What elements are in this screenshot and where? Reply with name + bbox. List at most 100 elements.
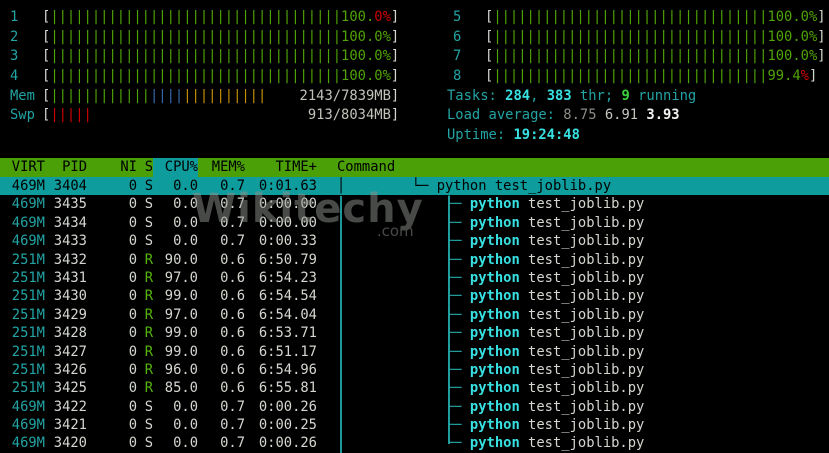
text-segment: test_joblib.py	[520, 252, 645, 268]
text-segment: test_joblib.py	[520, 270, 645, 286]
column-header-pid[interactable]: PID	[45, 158, 87, 177]
bracket-close: ]	[817, 48, 825, 64]
process-row[interactable]: 251M34280R99.00.66:53.71 ├─ python test_…	[0, 324, 829, 342]
text-segment	[337, 435, 445, 451]
cell-time: 6:54.96	[259, 362, 317, 378]
cell-pid: 3431	[54, 270, 87, 286]
text-segment: python	[470, 380, 520, 396]
cell-s: R	[145, 252, 153, 268]
cell-ni: 0	[129, 380, 137, 396]
process-row[interactable]: 251M34300R99.00.66:54.54 ├─ python test_…	[0, 287, 829, 305]
text-segment: python	[470, 399, 520, 415]
text-segment	[337, 233, 445, 249]
column-header-s[interactable]: S	[137, 158, 153, 177]
text-segment	[337, 380, 445, 396]
cell-mem: 0.6	[220, 325, 245, 341]
cell-virt: 469M	[12, 196, 45, 212]
column-header-cpu[interactable]: CPU%	[153, 158, 198, 177]
process-row[interactable]: 469M34340S0.00.70:00.00 ├─ python test_j…	[0, 214, 829, 232]
cell-ni: 0	[129, 399, 137, 415]
text-segment: ||||	[150, 88, 183, 104]
text-segment: python	[470, 362, 520, 378]
text-segment: test_joblib.py	[520, 344, 645, 360]
process-table: VIRTPIDNISCPU%MEM%TIME+Command 469M34040…	[0, 158, 829, 453]
cell-pid: 3425	[54, 380, 87, 396]
process-row[interactable]: 251M34310R97.00.66:54.23 ├─ python test_…	[0, 269, 829, 287]
cell-s: S	[145, 196, 153, 212]
process-row[interactable]: 251M34320R90.00.66:50.79 ├─ python test_…	[0, 251, 829, 269]
text-segment: |||||||||||||||||||||||||||||||||	[493, 68, 767, 84]
cell-time: 6:51.17	[259, 344, 317, 360]
process-row-selected[interactable]: 469M34040S0.00.70:01.63│ └─ python test_…	[0, 177, 829, 195]
cell-pid: 3427	[54, 344, 87, 360]
cell-cpu: 0.0	[173, 399, 198, 415]
cell-s: R	[145, 325, 153, 341]
process-row[interactable]: 251M34250R85.00.66:55.81 ├─ python test_…	[0, 379, 829, 397]
text-segment: ||||||||||||	[50, 88, 150, 104]
cell-time: 0:00.33	[259, 233, 317, 249]
column-header-time[interactable]: TIME+	[245, 158, 317, 177]
text-segment: python	[470, 288, 520, 304]
column-header-ni[interactable]: NI	[87, 158, 137, 177]
cpu-meter-2-label: 2	[10, 28, 42, 48]
cell-pid: 3421	[54, 417, 87, 433]
text-segment: Load average:	[447, 107, 563, 123]
cell-time: 0:00.26	[259, 435, 317, 451]
column-header-cmd[interactable]: Command	[317, 158, 829, 177]
cell-virt: 469M	[12, 417, 45, 433]
bracket-close: ]	[391, 107, 399, 123]
cell-command: ├─ python test_joblib.py	[317, 269, 829, 287]
text-segment: ├─	[445, 196, 470, 212]
process-row[interactable]: 469M34220S0.00.70:00.26 ├─ python test_j…	[0, 398, 829, 416]
cell-mem: 0.7	[220, 178, 245, 194]
cell-mem: 0.6	[220, 270, 245, 286]
cell-virt: 469M	[12, 233, 45, 249]
bracket-close: ]	[391, 29, 399, 45]
text-segment: test_joblib.py	[520, 435, 645, 451]
cell-cpu: 85.0	[165, 380, 198, 396]
process-row[interactable]: 251M34290R97.00.66:54.04 ├─ python test_…	[0, 306, 829, 324]
cell-ni: 0	[129, 178, 137, 194]
process-row[interactable]: 251M34260R96.00.66:54.96 ├─ python test_…	[0, 361, 829, 379]
cell-cpu: 99.0	[165, 344, 198, 360]
text-segment: 0%	[374, 9, 391, 25]
text-segment: 2143/7839MB	[300, 88, 391, 104]
text-segment: ├─	[445, 233, 470, 249]
text-segment: |||||	[50, 107, 92, 123]
cell-command: └─ python test_joblib.py	[317, 434, 829, 452]
text-segment: ├─	[445, 252, 470, 268]
column-header-mem[interactable]: MEM%	[198, 158, 245, 177]
text-segment: └─	[445, 435, 470, 451]
text-segment	[337, 288, 445, 304]
text-segment: Tasks:	[447, 88, 505, 104]
text-segment: └─	[412, 178, 437, 194]
cell-command: ├─ python test_joblib.py	[317, 251, 829, 269]
process-row[interactable]: 469M34210S0.00.70:00.25 ├─ python test_j…	[0, 416, 829, 434]
process-row[interactable]: 251M34270R99.00.66:51.17 ├─ python test_…	[0, 343, 829, 361]
cell-virt: 469M	[12, 178, 45, 194]
cell-command: ├─ python test_joblib.py	[317, 287, 829, 305]
cell-ni: 0	[129, 435, 137, 451]
text-segment: ├─	[445, 325, 470, 341]
cell-virt: 251M	[12, 344, 45, 360]
cpu-meter-2: 2[|||||||||||||||||||||||||||||||||||100…	[10, 28, 399, 48]
cell-cpu: 0.0	[173, 435, 198, 451]
text-segment: 100.0%	[767, 48, 817, 64]
text-segment: 19:24:48	[513, 127, 579, 143]
column-header-virt[interactable]: VIRT	[0, 158, 45, 177]
text-segment: python	[470, 344, 520, 360]
text-segment: test_joblib.py	[520, 215, 645, 231]
cell-mem: 0.7	[220, 233, 245, 249]
text-segment: python	[437, 178, 487, 194]
text-segment: python	[470, 270, 520, 286]
process-row[interactable]: 469M34350S0.00.70:00.00 ├─ python test_j…	[0, 195, 829, 213]
cell-virt: 251M	[12, 380, 45, 396]
cpu-meter-3-label: 3	[10, 47, 42, 67]
cell-mem: 0.7	[220, 417, 245, 433]
text-segment: ├─	[445, 215, 470, 231]
process-row[interactable]: 469M34330S0.00.70:00.33 ├─ python test_j…	[0, 232, 829, 250]
htop-terminal: 1[|||||||||||||||||||||||||||||||||||100…	[0, 0, 829, 453]
cell-cpu: 96.0	[165, 362, 198, 378]
text-segment: 100.0%	[341, 29, 391, 45]
process-row[interactable]: 469M34200S0.00.70:00.26 └─ python test_j…	[0, 434, 829, 452]
